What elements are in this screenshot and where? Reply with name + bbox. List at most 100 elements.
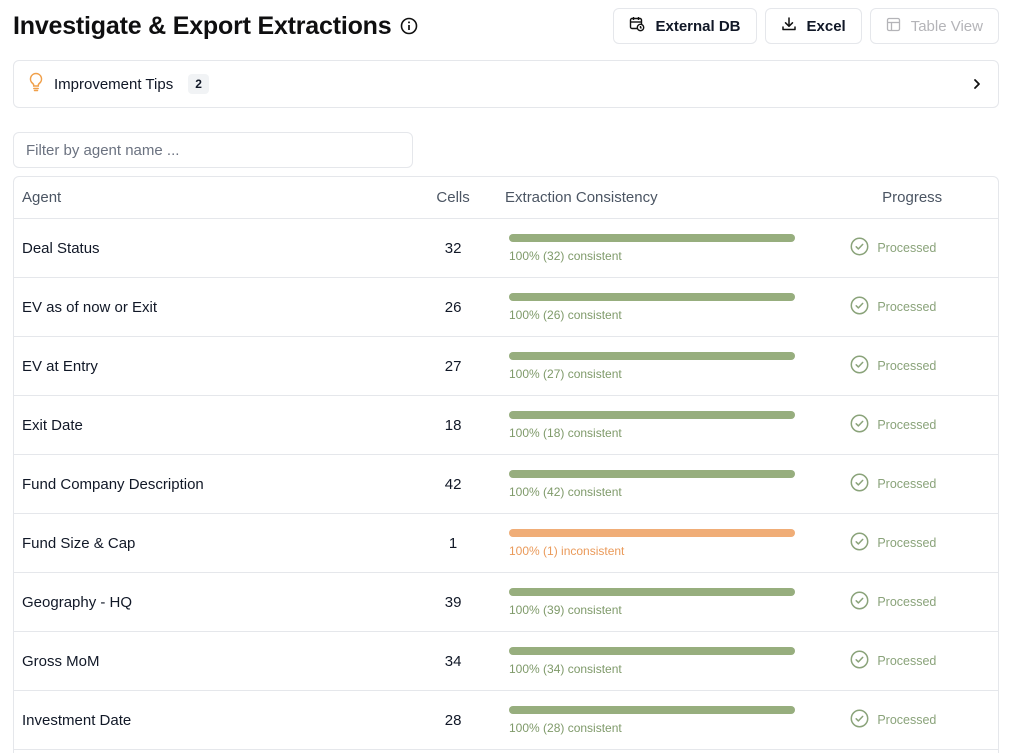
progress-status: Processed	[832, 296, 998, 318]
cells-count: 39	[444, 593, 462, 611]
consistency-cell: 100% (28) consistent	[493, 705, 832, 735]
table-row[interactable]: Fund Company Description 42 100% (42) co…	[14, 455, 998, 514]
progress-status: Processed	[832, 532, 998, 554]
consistency-bar	[509, 410, 795, 419]
agent-name: Geography - HQ	[22, 593, 133, 611]
header-cells[interactable]: Cells	[413, 189, 493, 206]
progress-label: Processed	[877, 595, 937, 609]
table-row[interactable]: Exit Date 18 100% (18) consistent Proces…	[14, 396, 998, 455]
cells-count: 42	[444, 475, 462, 493]
check-circle-icon	[850, 650, 869, 672]
table-row[interactable]: Geography - HQ 39 100% (39) consistent P…	[14, 573, 998, 632]
check-circle-icon	[850, 414, 869, 436]
cells-count: 1	[448, 534, 458, 552]
progress-label: Processed	[877, 300, 937, 314]
improvement-tips-label: Improvement Tips	[54, 75, 174, 93]
check-circle-icon	[850, 709, 869, 731]
consistency-cell: 100% (27) consistent	[493, 351, 832, 381]
table-row[interactable]: EV at Entry 27 100% (27) consistent Proc…	[14, 337, 998, 396]
check-circle-icon	[850, 296, 869, 318]
table-header-row: Agent Cells Extraction Consistency Progr…	[14, 177, 998, 219]
external-db-button[interactable]: External DB	[613, 8, 757, 44]
check-circle-icon	[850, 532, 869, 554]
check-circle-icon	[850, 591, 869, 613]
consistency-text: 100% (27) consistent	[509, 366, 622, 381]
table-row[interactable]: Fund Size & Cap 1 100% (1) inconsistent …	[14, 514, 998, 573]
progress-label: Processed	[877, 713, 937, 727]
consistency-text: 100% (28) consistent	[509, 720, 622, 735]
progress-label: Processed	[877, 654, 937, 668]
header-actions: External DB Excel Table View	[613, 8, 999, 44]
improvement-tips-panel[interactable]: Improvement Tips 2	[13, 60, 999, 108]
excel-button[interactable]: Excel	[764, 8, 862, 44]
download-icon	[781, 16, 797, 36]
header-agent[interactable]: Agent	[14, 189, 413, 206]
agent-name: Exit Date	[22, 416, 83, 434]
check-circle-icon	[850, 237, 869, 259]
external-db-label: External DB	[655, 17, 741, 35]
calendar-sync-icon	[629, 16, 645, 36]
table-icon	[886, 17, 901, 36]
header-consistency[interactable]: Extraction Consistency	[493, 189, 832, 206]
check-circle-icon	[850, 473, 869, 495]
table-row[interactable]: Gross MoM 34 100% (34) consistent Proces…	[14, 632, 998, 691]
table-body: Deal Status 32 100% (32) consistent Proc…	[14, 219, 998, 750]
check-circle-icon	[850, 355, 869, 377]
consistency-bar	[509, 233, 795, 242]
progress-status: Processed	[832, 473, 998, 495]
consistency-bar-fill	[509, 233, 795, 242]
consistency-cell: 100% (32) consistent	[493, 233, 832, 263]
table-row[interactable]: Investment Date 28 100% (28) consistent …	[14, 691, 998, 750]
progress-status: Processed	[832, 355, 998, 377]
progress-label: Processed	[877, 418, 937, 432]
consistency-cell: 100% (1) inconsistent	[493, 528, 832, 558]
page-title: Investigate & Export Extractions	[13, 11, 392, 40]
progress-label: Processed	[877, 477, 937, 491]
consistency-bar-fill	[509, 587, 795, 596]
consistency-bar	[509, 351, 795, 360]
consistency-text: 100% (42) consistent	[509, 484, 622, 499]
consistency-bar	[509, 292, 795, 301]
cells-count: 34	[444, 652, 462, 670]
agent-filter-input[interactable]	[13, 132, 413, 168]
consistency-text: 100% (32) consistent	[509, 248, 622, 263]
progress-status: Processed	[832, 709, 998, 731]
cells-count: 18	[444, 416, 462, 434]
progress-label: Processed	[877, 241, 937, 255]
consistency-cell: 100% (42) consistent	[493, 469, 832, 499]
consistency-bar-fill	[509, 351, 795, 360]
consistency-text: 100% (26) consistent	[509, 307, 622, 322]
agent-name: Gross MoM	[22, 652, 100, 670]
chevron-right-icon[interactable]	[970, 76, 984, 97]
progress-status: Processed	[832, 591, 998, 613]
excel-label: Excel	[806, 17, 846, 35]
table-view-button[interactable]: Table View	[869, 8, 999, 44]
consistency-text: 100% (34) consistent	[509, 661, 622, 676]
info-icon[interactable]	[400, 17, 418, 35]
cells-count: 32	[444, 239, 462, 257]
consistency-cell: 100% (18) consistent	[493, 410, 832, 440]
table-row[interactable]: EV as of now or Exit 26 100% (26) consis…	[14, 278, 998, 337]
consistency-bar	[509, 705, 795, 714]
consistency-bar-fill	[509, 646, 795, 655]
consistency-cell: 100% (26) consistent	[493, 292, 832, 322]
consistency-bar-fill	[509, 528, 795, 537]
consistency-cell: 100% (34) consistent	[493, 646, 832, 676]
progress-status: Processed	[832, 414, 998, 436]
agent-name: Fund Company Description	[22, 475, 204, 493]
table-row[interactable]: Deal Status 32 100% (32) consistent Proc…	[14, 219, 998, 278]
agent-name: Deal Status	[22, 239, 100, 257]
lightbulb-icon	[28, 72, 44, 97]
cells-count: 26	[444, 298, 462, 316]
agents-table: Agent Cells Extraction Consistency Progr…	[13, 176, 999, 753]
page-header: Investigate & Export Extractions Externa…	[13, 8, 999, 44]
consistency-bar-fill	[509, 292, 795, 301]
consistency-bar	[509, 469, 795, 478]
consistency-bar-fill	[509, 410, 795, 419]
consistency-bar	[509, 587, 795, 596]
header-progress[interactable]: Progress	[832, 189, 998, 206]
consistency-text: 100% (1) inconsistent	[509, 543, 625, 558]
cells-count: 28	[444, 711, 462, 729]
agent-name: Investment Date	[22, 711, 132, 729]
consistency-bar	[509, 646, 795, 655]
